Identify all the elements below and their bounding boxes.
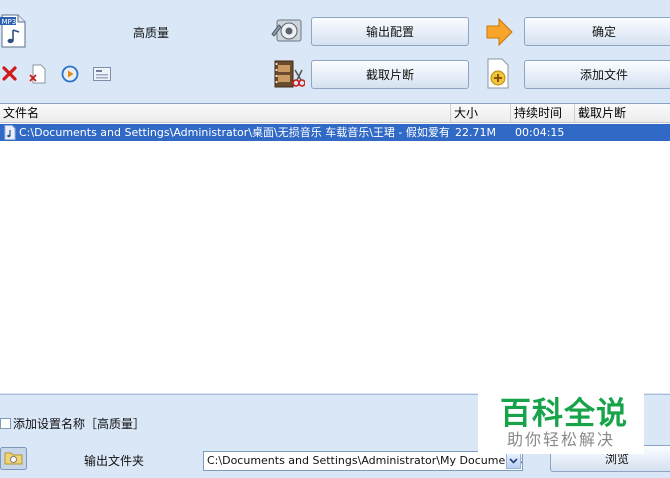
film-cut-icon[interactable] [273, 58, 305, 90]
info-icon[interactable] [93, 67, 111, 81]
output-path-combo[interactable]: C:\Documents and Settings\Administrator\… [203, 451, 523, 471]
mp3-file-icon[interactable]: MP3 [0, 14, 27, 48]
column-header-duration[interactable]: 持续时间 [511, 104, 575, 123]
add-file-icon[interactable] [484, 58, 512, 90]
watermark-subtitle: 助你轻松解决 [507, 430, 616, 449]
cell-duration: 00:04:15 [515, 126, 565, 139]
file-list-table[interactable]: 文件名 大小 持续时间 截取片断 C:\Documents and Settin… [0, 103, 670, 393]
output-folder-label: 输出文件夹 [84, 454, 145, 468]
cut-clip-button[interactable]: 截取片断 [311, 60, 469, 89]
table-header: 文件名 大小 持续时间 截取片断 [0, 104, 670, 123]
folder-icon[interactable] [0, 447, 27, 470]
column-header-filename[interactable]: 文件名 [0, 104, 451, 123]
cell-size: 22.71M [455, 126, 496, 139]
column-header-size[interactable]: 大小 [451, 104, 511, 123]
delete-icon[interactable] [1, 65, 18, 82]
chevron-down-icon[interactable] [506, 453, 521, 469]
cell-filename: C:\Documents and Settings\Administrator\… [19, 126, 449, 139]
add-file-button[interactable]: 添加文件 [524, 60, 670, 89]
remove-file-icon[interactable] [29, 64, 47, 84]
ok-button[interactable]: 确定 [524, 17, 670, 46]
column-header-clip[interactable]: 截取片断 [575, 104, 670, 123]
add-setting-name-label: 添加设置名称［高质量］ [13, 417, 146, 431]
add-setting-name-checkbox[interactable] [0, 418, 11, 429]
output-config-button[interactable]: 输出配置 [311, 17, 469, 46]
toolbar-panel: MP3 高质量 输出配置 确定 截取片断 添加文件 [0, 0, 670, 102]
audio-file-icon [4, 125, 16, 140]
table-row[interactable]: C:\Documents and Settings\Administrator\… [0, 124, 670, 141]
quality-label: 高质量 [133, 26, 170, 40]
cell-clip [579, 124, 669, 141]
watermark: 百科全说 助你轻松解决 [478, 384, 644, 454]
arrow-right-icon[interactable] [485, 17, 513, 47]
settings-icon[interactable] [271, 16, 305, 46]
play-icon[interactable] [61, 65, 79, 83]
svg-text:MP3: MP3 [2, 18, 17, 26]
output-path-value: C:\Documents and Settings\Administrator\… [207, 454, 523, 467]
